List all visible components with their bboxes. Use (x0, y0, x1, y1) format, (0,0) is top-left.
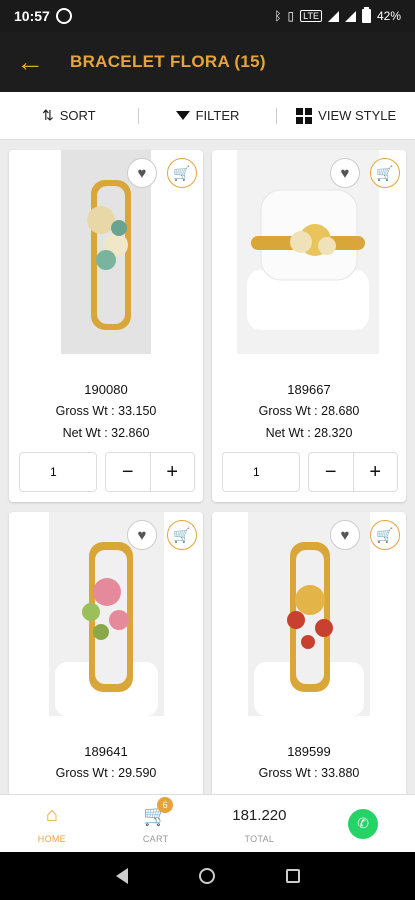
add-to-cart-icon[interactable]: 🛒 (370, 520, 400, 550)
total-value: 181.220 (232, 807, 287, 824)
decrement-button[interactable]: − (309, 453, 353, 491)
nav-whatsapp[interactable]: ✆ (311, 808, 415, 839)
system-navigation-bar (0, 852, 415, 900)
decrement-button[interactable]: − (106, 453, 150, 491)
battery-icon (361, 7, 371, 23)
wishlist-heart-icon[interactable]: ♥ (330, 520, 360, 550)
nav-total-label: TOTAL (244, 833, 275, 844)
nav-home[interactable]: ⌂ HOME (0, 804, 104, 844)
status-icons: ᛒ ▯ LTE 42% (274, 7, 401, 23)
nav-home-label: HOME (37, 833, 66, 844)
product-card[interactable]: ♥ 🛒 190080 Gross Wt : 33.150 Net Wt : 32… (9, 150, 203, 502)
back-arrow-icon[interactable]: ← (16, 48, 52, 76)
screen: 10:57 ᛒ ▯ LTE 42% ← BRACELET FLORA (15) … (0, 0, 415, 900)
product-code: 189667 (287, 382, 331, 397)
product-code: 189599 (287, 744, 331, 759)
wishlist-heart-icon[interactable]: ♥ (127, 158, 157, 188)
system-recents-icon[interactable] (285, 869, 300, 883)
nav-cart-label: CART (142, 834, 169, 844)
filter-icon (175, 111, 190, 120)
bluetooth-icon: ᛒ (274, 9, 282, 23)
view-style-button[interactable]: VIEW STYLE (277, 107, 415, 124)
net-weight: Net Wt : 32.860 (62, 426, 150, 440)
nav-total: 181.220 TOTAL (208, 804, 312, 844)
sort-filter-toolbar: ⇅ SORT FILTER VIEW STYLE (0, 92, 415, 140)
system-back-icon[interactable] (115, 868, 128, 884)
vibrate-icon: ▯ (287, 9, 295, 23)
page-title: BRACELET FLORA (15) (70, 52, 266, 71)
quantity-stepper: − + (105, 452, 195, 492)
wishlist-heart-icon[interactable]: ♥ (127, 520, 157, 550)
grid-view-icon (296, 107, 313, 124)
filter-button[interactable]: FILTER (139, 108, 277, 123)
sort-icon: ⇅ (42, 107, 54, 123)
increment-button[interactable]: + (149, 453, 195, 491)
gross-weight: Gross Wt : 28.680 (258, 404, 360, 418)
status-time: 10:57 (14, 8, 50, 24)
signal-icon-2 (344, 10, 356, 22)
product-card[interactable]: ♥ 🛒 189667 Gross Wt : 28.680 Net Wt : 28… (212, 150, 406, 502)
gross-weight: Gross Wt : 33.880 (258, 766, 360, 780)
sort-button[interactable]: ⇅ SORT (0, 107, 138, 124)
gross-weight: Gross Wt : 33.150 (55, 404, 157, 418)
signal-icon (327, 10, 339, 22)
view-style-label: VIEW STYLE (318, 108, 397, 123)
bottom-navigation: ⌂ HOME 🛒 6 CART 181.220 TOTAL ✆ (0, 794, 415, 852)
battery-level: 42% (376, 9, 401, 23)
add-to-cart-icon[interactable]: 🛒 (167, 158, 197, 188)
product-code: 190080 (84, 382, 128, 397)
app-bar: ← BRACELET FLORA (15) (0, 32, 415, 92)
cart-count-badge: 6 (157, 797, 174, 813)
status-bar: 10:57 ᛒ ▯ LTE 42% (0, 0, 415, 32)
product-code: 189641 (84, 744, 128, 759)
add-to-cart-icon[interactable]: 🛒 (370, 158, 400, 188)
net-weight: Net Wt : 28.320 (265, 426, 353, 440)
quantity-input[interactable]: 1 (19, 452, 97, 492)
cart-icon-wrap: 🛒 6 (143, 797, 174, 828)
gross-weight: Gross Wt : 29.590 (55, 766, 157, 780)
whatsapp-notification-icon (55, 8, 72, 24)
home-icon: ⌂ (45, 803, 58, 826)
quantity-input[interactable]: 1 (222, 452, 300, 492)
whatsapp-icon: ✆ (348, 808, 379, 839)
filter-label: FILTER (195, 108, 240, 123)
nav-cart[interactable]: 🛒 6 CART (104, 797, 208, 844)
add-to-cart-icon[interactable]: 🛒 (167, 520, 197, 550)
system-home-icon[interactable] (198, 868, 215, 884)
sort-label: SORT (59, 108, 96, 123)
increment-button[interactable]: + (352, 453, 398, 491)
quantity-stepper: − + (308, 452, 398, 492)
lte-icon: LTE (300, 10, 322, 22)
wishlist-heart-icon[interactable]: ♥ (330, 158, 360, 188)
